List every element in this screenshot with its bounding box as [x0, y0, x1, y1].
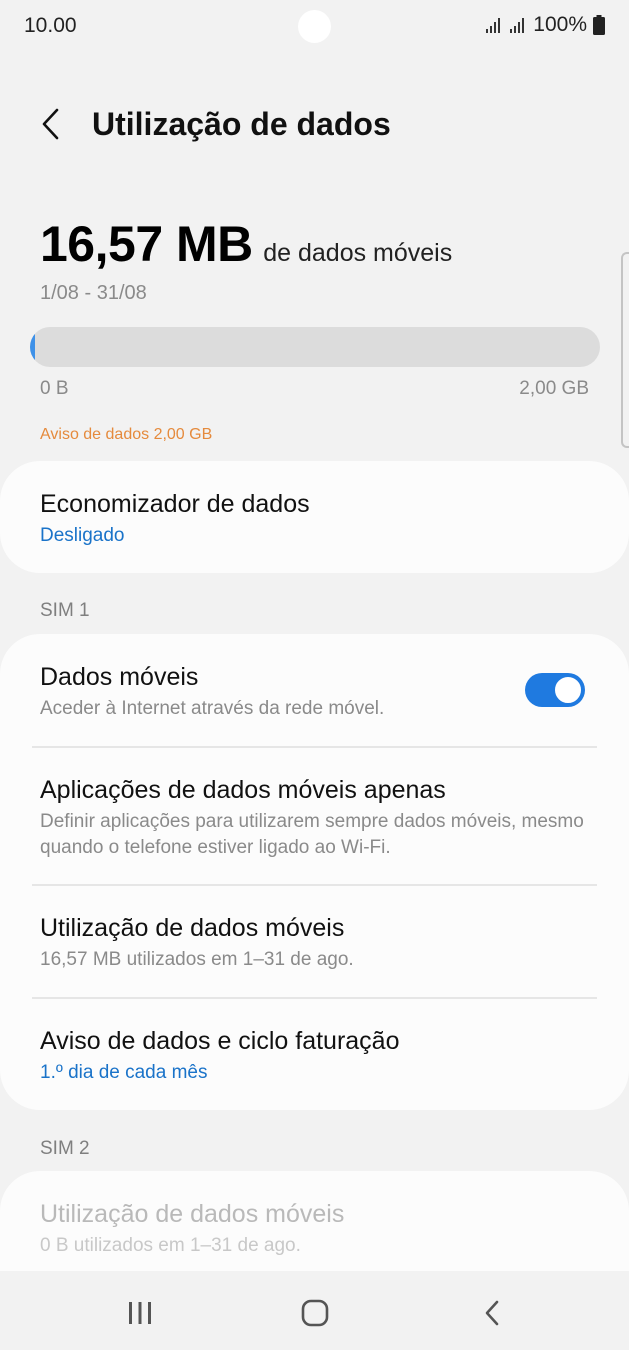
usage-suffix: de dados móveis	[263, 239, 453, 267]
recent-apps-button[interactable]	[110, 1293, 170, 1333]
usage-progress-fill	[30, 327, 35, 367]
chevron-left-icon	[42, 108, 59, 140]
sim1-card: Dados móveis Aceder à Internet através d…	[0, 634, 629, 1110]
mobile-data-title: Dados móveis	[40, 663, 199, 691]
billing-cycle-item[interactable]: Aviso de dados e ciclo faturação 1.º dia…	[40, 1026, 597, 1086]
page-title: Utilização de dados	[92, 106, 391, 142]
billing-cycle-title: Aviso de dados e ciclo faturação	[40, 1027, 400, 1055]
data-saver-card[interactable]: Economizador de dados Desligado	[0, 461, 629, 573]
back-icon	[485, 1300, 499, 1326]
progress-max-label: 2,00 GB	[519, 378, 589, 399]
status-icons: 100%	[485, 13, 605, 37]
battery-icon	[593, 15, 605, 35]
sim2-data-usage-subtitle: 0 B utilizados em 1–31 de ago.	[40, 1235, 301, 1256]
sim2-label: SIM 2	[40, 1138, 90, 1159]
mobile-data-usage-item[interactable]: Utilização de dados móveis 16,57 MB util…	[40, 913, 597, 973]
signal-icon	[485, 16, 503, 34]
data-warning-label: Aviso de dados 2,00 GB	[40, 426, 213, 443]
data-saver-item[interactable]: Economizador de dados Desligado	[40, 489, 597, 549]
signal-icon	[509, 16, 527, 34]
usage-period: 1/08 - 31/08	[40, 282, 147, 304]
back-button[interactable]	[30, 104, 70, 144]
usage-amount: 16,57 MB	[40, 216, 253, 272]
mobile-data-only-apps-item[interactable]: Aplicações de dados móveis apenas Defini…	[40, 775, 597, 861]
home-icon	[301, 1299, 329, 1327]
mobile-data-item[interactable]: Dados móveis Aceder à Internet através d…	[40, 662, 597, 722]
mobile-data-only-apps-subtitle: Definir aplicações para utilizarem sempr…	[40, 811, 584, 858]
sim1-label: SIM 1	[40, 600, 90, 621]
divider	[32, 746, 597, 748]
camera-cutout	[298, 10, 331, 43]
sim2-card: Utilização de dados móveis 0 B utilizado…	[0, 1171, 629, 1271]
status-bar: 10.00 100%	[0, 0, 629, 56]
sim2-data-usage-item: Utilização de dados móveis 0 B utilizado…	[40, 1199, 597, 1259]
usage-summary: 16,57 MB de dados móveis	[40, 215, 600, 273]
divider	[32, 997, 597, 999]
nav-back-button[interactable]	[462, 1293, 522, 1333]
mobile-data-toggle[interactable]	[525, 673, 585, 707]
recent-apps-icon	[129, 1302, 151, 1324]
sim2-data-usage-title: Utilização de dados móveis	[40, 1200, 345, 1228]
status-time: 10.00	[24, 14, 77, 37]
toggle-knob	[553, 675, 583, 705]
mobile-data-usage-subtitle: 16,57 MB utilizados em 1–31 de ago.	[40, 949, 354, 970]
navigation-bar	[0, 1275, 629, 1350]
app-header: Utilização de dados	[0, 90, 629, 160]
usage-progress-bar	[30, 327, 600, 367]
divider	[32, 884, 597, 886]
battery-percent: 100%	[533, 13, 587, 36]
billing-cycle-subtitle: 1.º dia de cada mês	[40, 1062, 208, 1083]
home-button[interactable]	[285, 1293, 345, 1333]
data-saver-status: Desligado	[40, 525, 125, 546]
progress-min-label: 0 B	[40, 378, 69, 399]
mobile-data-subtitle: Aceder à Internet através da rede móvel.	[40, 698, 385, 719]
data-saver-title: Economizador de dados	[40, 490, 310, 518]
mobile-data-usage-title: Utilização de dados móveis	[40, 914, 345, 942]
mobile-data-only-apps-title: Aplicações de dados móveis apenas	[40, 776, 446, 804]
scroll-indicator[interactable]	[621, 252, 629, 448]
